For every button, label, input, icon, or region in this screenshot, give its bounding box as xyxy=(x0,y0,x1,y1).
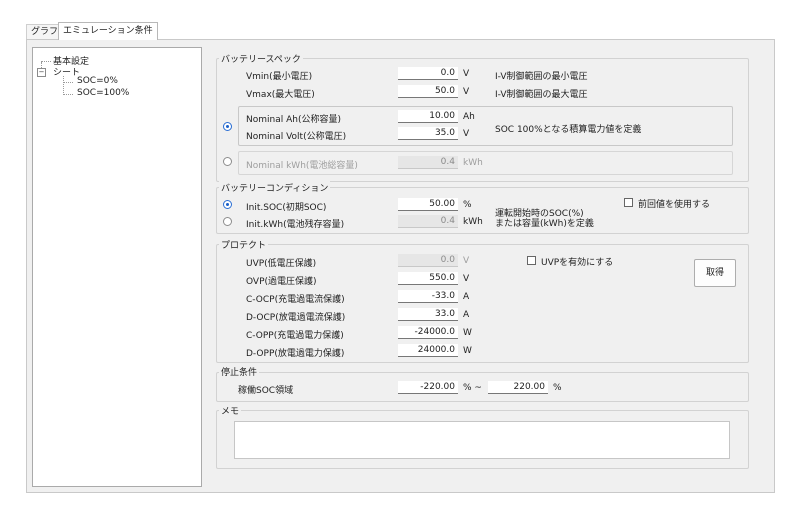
init-soc-input[interactable]: 50.00 xyxy=(398,198,458,211)
vmax-description: I-V制御範囲の最大電圧 xyxy=(495,90,588,100)
soc-upper-input[interactable]: 220.00 xyxy=(488,381,548,394)
ovp-unit: V xyxy=(463,274,470,284)
c-opp-unit: W xyxy=(463,328,472,338)
nominal-description: SOC 100%となる積算電力値を定義 xyxy=(495,125,642,135)
uvp-unit: V xyxy=(463,256,470,266)
tree-item-sheet[interactable]: シート xyxy=(53,65,80,78)
nominal-kwh-label: Nominal kWh(電池総容量) xyxy=(246,161,358,171)
use-previous-checkbox[interactable] xyxy=(624,198,633,207)
vmax-unit: V xyxy=(463,87,470,97)
vmin-input[interactable]: 0.0 xyxy=(398,67,458,80)
soc-lower-unit: % ~ xyxy=(463,383,482,393)
init-soc-radio[interactable] xyxy=(223,200,232,209)
uvp-enable-label: UVPを有効にする xyxy=(541,258,614,268)
c-opp-input[interactable]: -24000.0 xyxy=(398,326,458,339)
uvp-enable-checkbox[interactable] xyxy=(527,256,536,265)
d-opp-input[interactable]: 24000.0 xyxy=(398,344,458,357)
collapse-icon[interactable]: − xyxy=(37,68,46,77)
d-ocp-label: D-OCP(放電過電流保護) xyxy=(246,313,346,323)
tree-item-soc-100[interactable]: SOC=100% xyxy=(77,88,129,98)
d-opp-label: D-OPP(放電過電力保護) xyxy=(246,349,345,359)
condition-description-line2: または容量(kWh)を定義 xyxy=(495,219,594,229)
nominal-ah-unit: Ah xyxy=(463,112,475,122)
nominal-kwh-input[interactable]: 0.4 xyxy=(398,156,458,169)
init-kwh-radio[interactable] xyxy=(223,217,232,226)
memo-title: メモ xyxy=(219,404,242,417)
tree-connector xyxy=(63,94,73,95)
init-soc-label: Init.SOC(初期SOC) xyxy=(246,203,327,213)
tree-connector xyxy=(63,76,64,95)
battery-spec-title: バッテリースペック xyxy=(219,52,303,65)
use-previous-label: 前回値を使用する xyxy=(638,200,711,210)
init-soc-unit: % xyxy=(463,200,472,210)
d-opp-unit: W xyxy=(463,346,472,356)
ovp-label: OVP(過電圧保護) xyxy=(246,277,317,287)
soc-lower-input[interactable]: -220.00 xyxy=(398,381,458,394)
vmin-label: Vmin(最小電圧) xyxy=(246,72,313,82)
get-button[interactable]: 取得 xyxy=(694,259,736,287)
vmax-label: Vmax(最大電圧) xyxy=(246,90,315,100)
settings-tree[interactable]: 基本設定 − シート SOC=0% SOC=100% xyxy=(32,47,202,487)
memo-textarea[interactable] xyxy=(234,421,730,459)
init-kwh-input[interactable]: 0.4 xyxy=(398,215,458,228)
stop-condition-title: 停止条件 xyxy=(219,365,260,378)
nominal-kwh-unit: kWh xyxy=(463,158,483,168)
d-ocp-input[interactable]: 33.0 xyxy=(398,308,458,321)
tab-emulation-conditions[interactable]: エミュレーション条件 xyxy=(58,22,158,40)
nominal-ah-radio[interactable] xyxy=(223,122,232,131)
tree-item-soc-0[interactable]: SOC=0% xyxy=(77,76,118,86)
ovp-input[interactable]: 550.0 xyxy=(398,272,458,285)
stop-condition-group xyxy=(216,372,749,402)
vmin-description: I-V制御範囲の最小電圧 xyxy=(495,72,588,82)
init-kwh-label: Init.kWh(電池残存容量) xyxy=(246,220,345,230)
tree-connector xyxy=(63,82,73,83)
uvp-label: UVP(低電圧保護) xyxy=(246,259,317,269)
soc-upper-unit: % xyxy=(553,383,562,393)
tree-connector xyxy=(41,61,51,62)
vmin-unit: V xyxy=(463,69,470,79)
battery-condition-title: バッテリーコンディション xyxy=(219,181,331,194)
uvp-input[interactable]: 0.0 xyxy=(398,254,458,267)
nominal-kwh-radio[interactable] xyxy=(223,157,232,166)
c-opp-label: C-OPP(充電過電力保護) xyxy=(246,331,344,341)
c-ocp-input[interactable]: -33.0 xyxy=(398,290,458,303)
d-ocp-unit: A xyxy=(463,310,470,320)
nominal-volt-unit: V xyxy=(463,129,470,139)
c-ocp-unit: A xyxy=(463,292,470,302)
protect-title: プロテクト xyxy=(219,238,269,251)
nominal-ah-label: Nominal Ah(公称容量) xyxy=(246,115,341,125)
vmax-input[interactable]: 50.0 xyxy=(398,85,458,98)
init-kwh-unit: kWh xyxy=(463,217,483,227)
nominal-volt-label: Nominal Volt(公称電圧) xyxy=(246,132,347,142)
nominal-volt-input[interactable]: 35.0 xyxy=(398,127,458,140)
operating-soc-label: 稼働SOC領域 xyxy=(238,386,294,396)
c-ocp-label: C-OCP(充電過電流保護) xyxy=(246,295,345,305)
nominal-ah-input[interactable]: 10.00 xyxy=(398,110,458,123)
